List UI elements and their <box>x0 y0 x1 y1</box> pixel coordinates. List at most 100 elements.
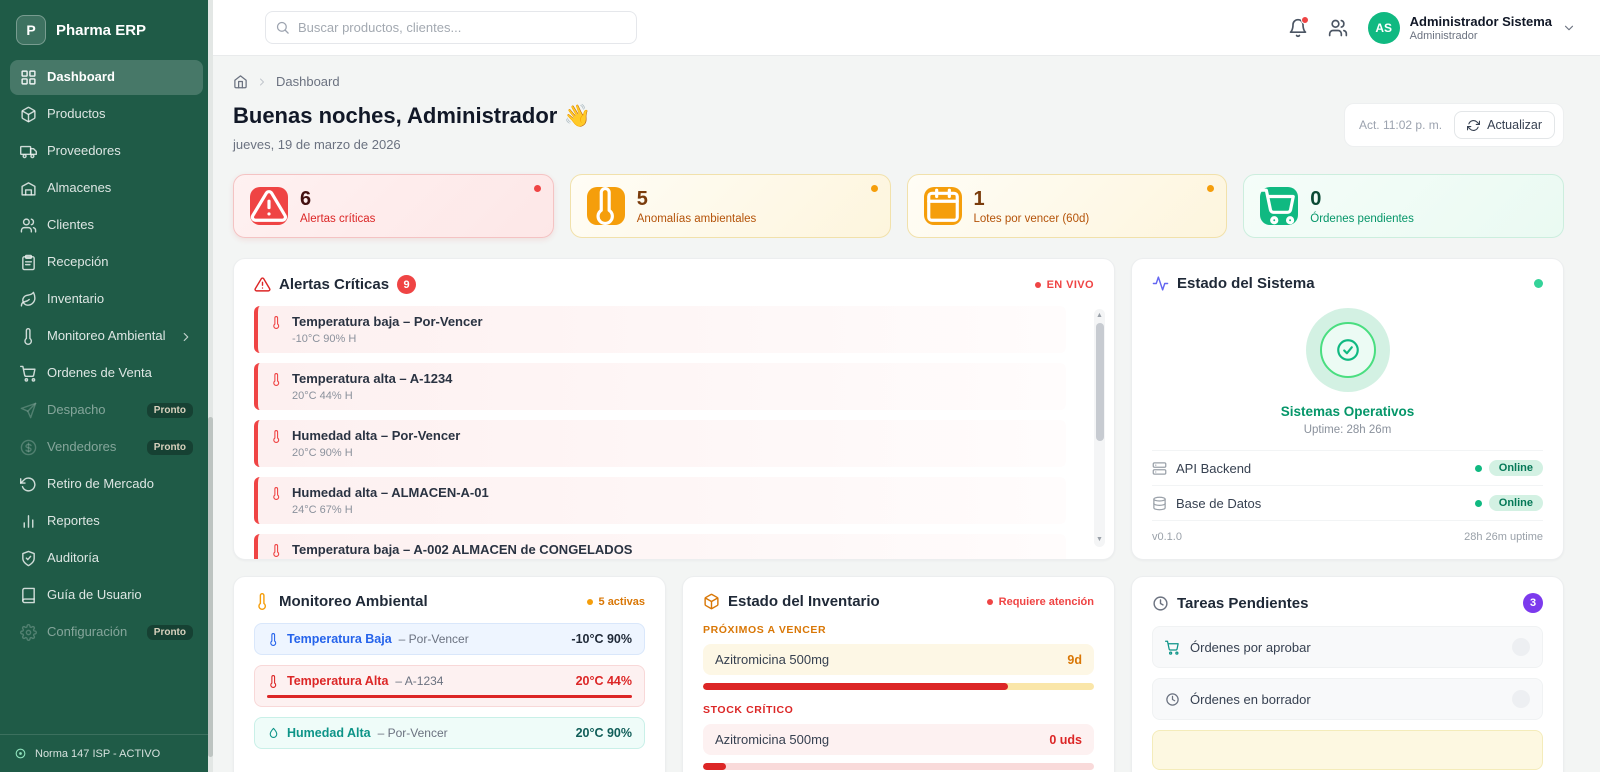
thermometer-icon <box>270 487 283 500</box>
sidebar-scrollbar-thumb[interactable] <box>208 416 213 757</box>
monitor-row: Temperatura Alta – A-1234 20°C 44% <box>267 674 632 688</box>
dashboard-grid-icon <box>20 69 37 86</box>
stat-card-ordenes-pendientes[interactable]: 0 Órdenes pendientes <box>1243 174 1564 238</box>
clock-icon <box>1152 595 1169 612</box>
alert-title: Humedad alta – ALMACEN-A-01 <box>292 485 489 500</box>
inventory-item-expiring[interactable]: Azitromicina 500mg 9d <box>703 644 1094 675</box>
header-actions: Act. 11:02 p. m. Actualizar <box>1343 103 1564 147</box>
panel-title: Monitoreo Ambiental <box>279 593 428 610</box>
alert-item[interactable]: Temperatura baja – A-002 ALMACEN de CONG… <box>254 534 1066 559</box>
task-item-partial[interactable] <box>1152 730 1543 770</box>
sidebar-item-recepcion[interactable]: Recepción <box>10 245 203 280</box>
alert-item[interactable]: Temperatura alta – A-1234 20°C 44% H <box>254 363 1066 410</box>
sidebar-item-clientes[interactable]: Clientes <box>10 208 203 243</box>
online-badge: Online <box>1488 460 1543 476</box>
alert-item[interactable]: Temperatura baja – Por-Vencer -10°C 90% … <box>254 306 1066 353</box>
monitor-item-temp-alta[interactable]: Temperatura Alta – A-1234 20°C 44% <box>254 665 645 707</box>
active-alerts-indicator: 5 activas <box>586 595 645 608</box>
stat-label: Alertas críticas <box>300 212 376 225</box>
sidebar-item-auditoria[interactable]: Auditoría <box>10 541 203 576</box>
user-meta: Administrador Sistema Administrador <box>1410 14 1552 42</box>
stat-value: 0 <box>1310 187 1322 210</box>
database-icon <box>1152 496 1167 511</box>
brand-logo: P <box>16 15 46 45</box>
thermometer-icon <box>20 328 37 345</box>
alert-item[interactable]: Humedad alta – ALMACEN-A-01 24°C 67% H <box>254 477 1066 524</box>
truck-icon <box>20 143 37 160</box>
scroll-up-arrow[interactable]: ▲ <box>1094 311 1105 321</box>
stat-card-alertas-criticas[interactable]: 6 Alertas críticas <box>233 174 554 238</box>
sidebar-item-ordenes-de-venta[interactable]: Ordenes de Venta <box>10 356 203 391</box>
check-icon <box>1335 337 1361 363</box>
search-input[interactable] <box>265 11 637 44</box>
alert-item[interactable]: Humedad alta – Por-Vencer 20°C 90% H <box>254 420 1066 467</box>
sidebar-footer: Norma 147 ISP - ACTIVO <box>0 734 213 772</box>
page-header: Buenas noches, Administrador 👋 jueves, 1… <box>233 103 1564 152</box>
page-title: Buenas noches, Administrador 👋 <box>233 103 591 128</box>
alert-meta: Temperatura alta – A-1234 20°C 44% H <box>292 371 452 402</box>
notifications-button[interactable] <box>1288 15 1309 38</box>
alerts-scrollbar[interactable]: ▲ ▼ <box>1094 309 1105 547</box>
critical-stock-heading: STOCK CRÍTICO <box>703 704 794 716</box>
search-icon <box>275 20 290 35</box>
thermometer-icon <box>270 373 283 386</box>
check-circle-icon <box>1319 322 1376 378</box>
sidebar-item-almacenes[interactable]: Almacenes <box>10 171 203 206</box>
calendar-icon <box>923 187 962 225</box>
monitor-item-temp-baja[interactable]: Temperatura Baja – Por-Vencer -10°C 90% <box>254 623 645 655</box>
bar-chart-icon <box>20 513 37 530</box>
brand-name: Pharma ERP <box>56 21 147 39</box>
clock-icon <box>1165 692 1180 707</box>
alert-detail: 20°C 90% H <box>292 447 353 459</box>
monitor-item-humedad-alta[interactable]: Humedad Alta – Por-Vencer 20°C 90% <box>254 717 645 749</box>
status-dot <box>870 185 878 192</box>
product-name: Azitromicina 500mg <box>715 652 830 667</box>
refresh-label: Actualizar <box>1487 118 1542 132</box>
stat-card-anomalias-ambientales[interactable]: 5 Anomalías ambientales <box>569 174 891 238</box>
status-dot-icon <box>14 747 27 760</box>
home-icon[interactable] <box>233 74 248 89</box>
sidebar-item-inventario[interactable]: Inventario <box>10 282 203 317</box>
status-dot <box>533 185 541 192</box>
service-name: Base de Datos <box>1176 495 1262 511</box>
task-item-ordenes-en-borrador[interactable]: Órdenes en borrador <box>1152 678 1543 720</box>
app-root: P Pharma ERP Dashboard Productos Proveed… <box>0 0 1600 772</box>
sidebar-item-configuracion[interactable]: Configuración Pronto <box>10 615 203 650</box>
stat-cards: 6 Alertas críticas 5 Anomalías ambiental… <box>233 174 1564 238</box>
page-date: jueves, 19 de marzo de 2026 <box>233 137 401 152</box>
live-label: EN VIVO <box>1046 278 1094 291</box>
stat-card-lotes-por-vencer[interactable]: 1 Lotes por vencer (60d) <box>906 174 1228 238</box>
main-area: AS Administrador Sistema Administrador D… <box>213 0 1600 772</box>
panel-head: Estado del Sistema <box>1152 275 1543 292</box>
system-footer: v0.1.0 28h 26m uptime <box>1152 520 1543 543</box>
sidebar-item-label: Productos <box>47 106 106 122</box>
monitor-value: 20°C 90% <box>575 726 632 740</box>
clipboard-icon <box>20 254 37 271</box>
sidebar-item-reportes[interactable]: Reportes <box>10 504 203 539</box>
status-circle <box>1305 308 1390 392</box>
inventory-item-critical[interactable]: Azitromicina 500mg 0 uds <box>703 724 1094 755</box>
active-alerts-label: 5 activas <box>598 595 645 608</box>
breadcrumb-current[interactable]: Dashboard <box>276 74 340 89</box>
task-item-ordenes-por-aprobar[interactable]: Órdenes por aprobar <box>1152 626 1543 668</box>
dollar-icon <box>20 439 37 456</box>
sidebar-item-monitoreo-ambiental[interactable]: Monitoreo Ambiental <box>10 319 203 354</box>
monitor-row: Temperatura Baja – Por-Vencer -10°C 90% <box>267 632 632 646</box>
scrollbar-thumb[interactable] <box>1095 323 1104 441</box>
online-dot <box>1474 499 1482 507</box>
scroll-down-arrow[interactable]: ▼ <box>1094 535 1105 545</box>
users-button[interactable] <box>1328 18 1348 38</box>
refresh-button[interactable]: Actualizar <box>1454 111 1555 139</box>
sidebar-item-productos[interactable]: Productos <box>10 97 203 132</box>
sidebar-item-dashboard[interactable]: Dashboard <box>10 60 203 95</box>
sidebar-item-proveedores[interactable]: Proveedores <box>10 134 203 169</box>
alert-list: Temperatura baja – Por-Vencer -10°C 90% … <box>254 306 1094 559</box>
sidebar-scrollbar[interactable] <box>208 0 213 772</box>
avatar: AS <box>1367 11 1400 44</box>
user-menu[interactable]: AS Administrador Sistema Administrador <box>1367 11 1576 44</box>
sidebar-item-despacho[interactable]: Despacho Pronto <box>10 393 203 428</box>
sidebar-item-label: Recepción <box>47 254 109 270</box>
sidebar-item-vendedores[interactable]: Vendedores Pronto <box>10 430 203 465</box>
sidebar-item-guia-de-usuario[interactable]: Guía de Usuario <box>10 578 203 613</box>
sidebar-item-retiro-de-mercado[interactable]: Retiro de Mercado <box>10 467 203 502</box>
